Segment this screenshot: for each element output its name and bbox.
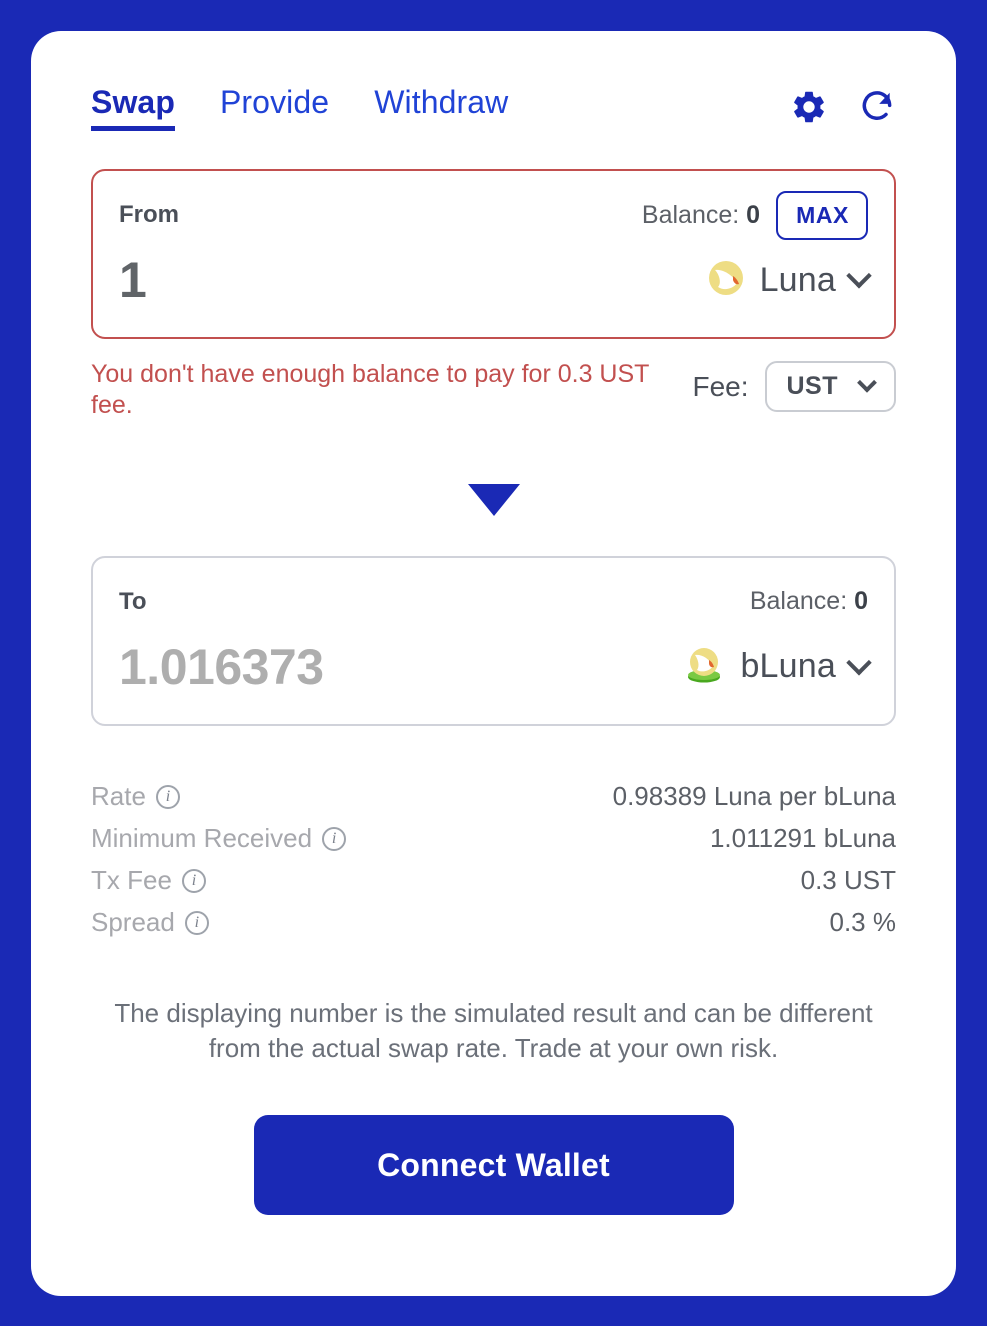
info-icon[interactable]: i (181, 868, 206, 893)
swap-card: Swap Provide Withdraw From Balance: 0 MA… (31, 31, 956, 1296)
detail-row-rate: Rate i 0.98389 Luna per bLuna (91, 776, 896, 818)
to-balance: Balance: 0 (750, 587, 868, 616)
to-token-name: bLuna (740, 647, 836, 685)
detail-row-minimum-received: Minimum Received i 1.011291 bLuna (91, 818, 896, 860)
detail-label-group: Minimum Received i (91, 823, 347, 854)
detail-label: Rate (91, 781, 146, 811)
tab-bar: Swap Provide Withdraw (91, 86, 790, 131)
swap-direction-row (91, 483, 896, 518)
to-box-bottom: 1.016373 bLuna (119, 636, 872, 698)
detail-value: 1.011291 bLuna (709, 823, 896, 853)
detail-label: Spread (91, 907, 175, 937)
from-label: From (119, 201, 179, 228)
from-box: From Balance: 0 MAX 1 Luna (91, 169, 896, 339)
fee-label: Fee: (692, 370, 749, 402)
detail-label-group: Tx Fee i (91, 865, 206, 896)
to-label: To (119, 587, 147, 615)
detail-value: 0.3 % (829, 907, 897, 937)
detail-value: 0.3 UST (800, 865, 896, 895)
connect-wallet-button[interactable]: Connect Wallet (253, 1115, 734, 1216)
max-button[interactable]: MAX (776, 190, 868, 240)
to-box: To Balance: 0 1.016373 bLuna (91, 555, 896, 726)
tab-provide[interactable]: Provide (220, 86, 329, 128)
luna-icon (706, 258, 746, 303)
from-balance: Balance: 0 (642, 201, 760, 230)
from-box-top: From Balance: 0 MAX (119, 190, 868, 240)
to-amount-input[interactable]: 1.016373 (119, 638, 324, 696)
detail-label-group: Rate i (91, 781, 180, 812)
from-box-bottom: 1 Luna (119, 249, 872, 311)
from-amount-input[interactable]: 1 (119, 251, 147, 309)
cta-row: Connect Wallet (91, 1115, 896, 1216)
chevron-down-icon (846, 263, 872, 289)
fee-denom-value: UST (786, 372, 838, 400)
chevron-down-icon (846, 649, 872, 675)
card-header: Swap Provide Withdraw (31, 31, 956, 131)
detail-row-spread: Spread i 0.3 % (91, 902, 896, 944)
to-box-top: To Balance: 0 (119, 578, 868, 626)
to-balance-label: Balance: (749, 587, 848, 615)
info-icon[interactable]: i (155, 784, 180, 809)
refresh-icon[interactable] (858, 88, 896, 131)
from-token-name: Luna (759, 260, 836, 299)
swap-details: Rate i 0.98389 Luna per bLuna Minimum Re… (91, 776, 896, 944)
to-token-selector[interactable]: bLuna (682, 642, 872, 691)
fee-denom-select[interactable]: UST (764, 361, 896, 412)
fee-selector-group: Fee: UST (692, 359, 896, 412)
from-balance-value: 0 (746, 200, 761, 229)
chevron-down-icon (857, 372, 877, 393)
detail-value: 0.98389 Luna per bLuna (612, 781, 896, 811)
to-balance-group: Balance: 0 (750, 587, 868, 616)
balance-error-message: You don't have enough balance to pay for… (91, 360, 649, 420)
detail-label: Minimum Received (91, 823, 313, 853)
disclaimer-text: The displaying number is the simulated r… (114, 997, 873, 1064)
from-token-selector[interactable]: Luna (706, 258, 872, 303)
bluna-icon (682, 642, 726, 691)
swap-direction-arrow[interactable] (467, 483, 520, 516)
detail-label-group: Spread i (91, 907, 209, 938)
tab-swap[interactable]: Swap (91, 86, 175, 131)
tab-withdraw[interactable]: Withdraw (374, 86, 508, 128)
info-icon[interactable]: i (322, 826, 347, 851)
gear-icon[interactable] (790, 88, 828, 131)
error-fee-row: You don't have enough balance to pay for… (91, 359, 896, 422)
from-balance-group: Balance: 0 MAX (642, 190, 868, 240)
to-balance-value: 0 (854, 587, 868, 615)
detail-row-tx-fee: Tx Fee i 0.3 UST (91, 860, 896, 902)
detail-label: Tx Fee (91, 865, 172, 895)
header-icon-group (790, 86, 896, 131)
info-icon[interactable]: i (184, 910, 209, 935)
from-balance-label: Balance: (641, 200, 740, 229)
card-content: From Balance: 0 MAX 1 Luna You don't hav… (31, 169, 956, 1216)
